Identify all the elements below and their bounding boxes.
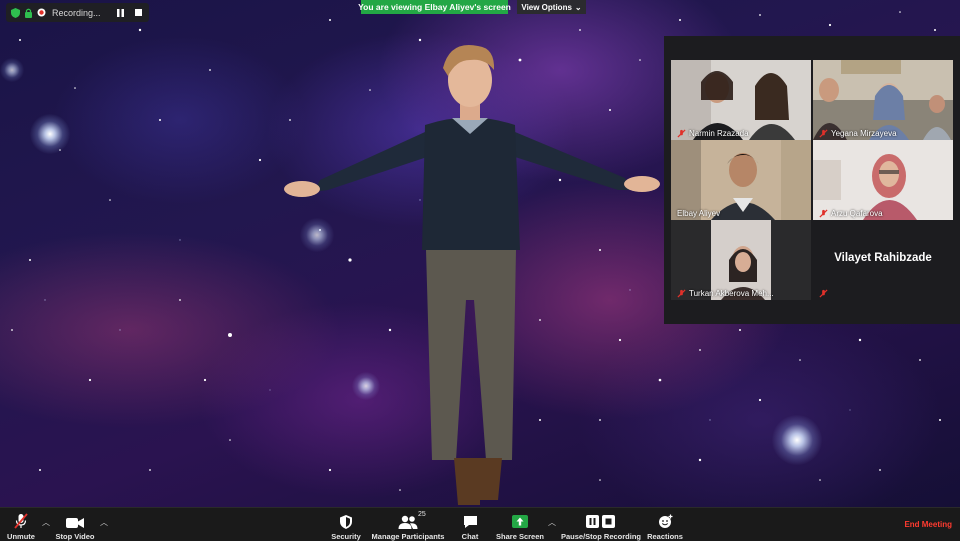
muted-mic-icon — [819, 129, 828, 138]
share-options-caret[interactable]: ︿ — [548, 517, 556, 528]
muted-mic-icon — [14, 513, 28, 529]
participant-tile-video-off[interactable]: Vilayet Rahibzade — [813, 220, 953, 300]
chevron-down-icon: ⌄ — [574, 2, 582, 12]
muted-mic-icon — [819, 289, 828, 298]
share-screen-button[interactable]: Share Screen — [496, 508, 544, 541]
presenter-figure — [284, 44, 660, 505]
participant-display-name: Vilayet Rahibzade — [834, 252, 932, 264]
video-feed — [813, 60, 953, 140]
participant-tile[interactable]: Narmin Rzazada — [671, 60, 811, 140]
end-meeting-button[interactable]: End Meeting — [904, 520, 952, 529]
stop-recording-icon[interactable] — [133, 9, 145, 16]
pause-stop-icon — [586, 515, 615, 528]
share-screen-icon — [512, 515, 528, 528]
muted-mic-icon — [677, 129, 686, 138]
recording-label: Recording... — [52, 7, 101, 18]
recording-dot-icon — [35, 8, 47, 17]
participant-tile[interactable]: Turkan Akberova Meh... — [671, 220, 811, 300]
video-feed — [671, 140, 811, 220]
chat-bubble-icon — [463, 516, 477, 528]
bright-star — [772, 415, 822, 465]
unmute-button[interactable]: Unmute — [6, 508, 36, 541]
lock-icon[interactable] — [21, 8, 35, 18]
participant-tile[interactable]: Yegana Mirzayeva — [813, 60, 953, 140]
muted-mic-icon — [677, 289, 686, 298]
security-shield-icon[interactable] — [9, 7, 21, 18]
pause-stop-recording-button[interactable]: Pause/Stop Recording — [561, 508, 641, 541]
participant-name: Elbay Aliyev — [677, 209, 721, 218]
shield-icon — [340, 515, 352, 529]
meeting-toolbar: Unmute ︿ Stop Video ︿ Security Manage Pa… — [0, 507, 960, 541]
video-options-caret[interactable]: ︿ — [100, 517, 108, 528]
bright-star — [30, 114, 70, 154]
participant-tile[interactable]: Arzu Qafarova — [813, 140, 953, 220]
stop-video-button[interactable]: Stop Video — [54, 508, 96, 541]
participant-name: Turkan Akberova Meh... — [677, 289, 774, 298]
video-feed — [671, 60, 811, 140]
bright-star — [0, 58, 24, 82]
view-options-label: View Options — [521, 2, 572, 12]
participant-tile-active[interactable]: Elbay Aliyev — [671, 140, 811, 220]
participant-gallery: Narmin Rzazada Yegana Mirzayeva Elbay Al… — [664, 36, 960, 324]
chat-button[interactable]: Chat — [456, 508, 484, 541]
video-camera-icon — [66, 518, 84, 528]
emoji-icon — [658, 514, 672, 528]
viewing-screen-banner: You are viewing Elbay Aliyev's screen — [358, 0, 511, 14]
participant-name: Arzu Qafarova — [819, 209, 883, 218]
participant-name: Yegana Mirzayeva — [819, 129, 897, 138]
audio-options-caret[interactable]: ︿ — [42, 517, 50, 528]
security-button[interactable]: Security — [330, 508, 362, 541]
manage-participants-button[interactable]: Manage Participants — [372, 508, 444, 541]
pause-recording-icon[interactable] — [115, 8, 127, 17]
muted-mic-icon — [819, 209, 828, 218]
view-options-button[interactable]: View Options ⌄ — [517, 0, 586, 14]
participant-count: 25 — [418, 511, 426, 518]
viewing-screen-text: You are viewing Elbay Aliyev's screen — [358, 2, 511, 12]
participant-status — [819, 289, 828, 298]
participant-name: Narmin Rzazada — [677, 129, 749, 138]
video-feed — [813, 140, 953, 220]
reactions-button[interactable]: Reactions — [646, 508, 684, 541]
recording-indicator: Recording... — [6, 3, 149, 22]
video-feed — [671, 220, 811, 300]
participants-icon — [398, 515, 418, 529]
